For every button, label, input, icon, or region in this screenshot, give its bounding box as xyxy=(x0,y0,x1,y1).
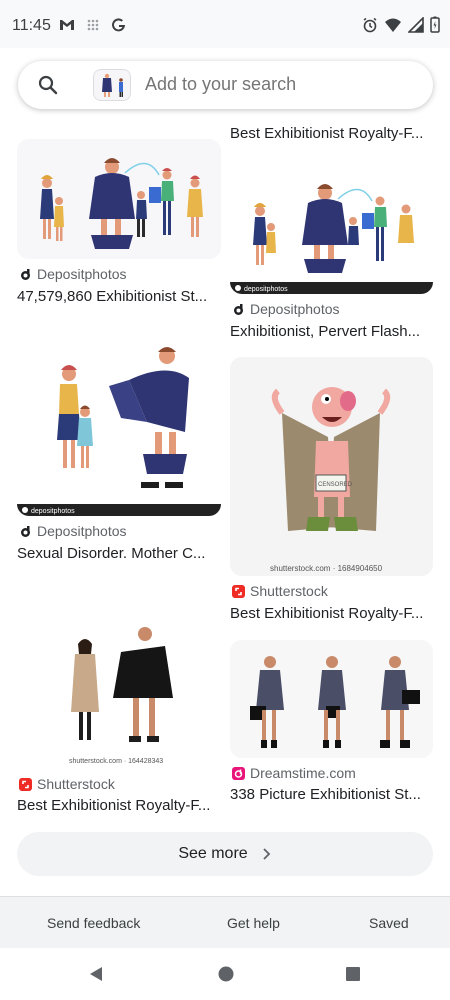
see-more-button[interactable]: See more xyxy=(17,832,433,876)
chevron-right-icon xyxy=(263,848,270,860)
result-source[interactable]: Depositphotos xyxy=(232,301,340,317)
result-caption[interactable]: Sexual Disorder. Mother C... xyxy=(17,545,222,562)
google-icon xyxy=(112,18,125,32)
search-thumbnail-illustration xyxy=(94,70,130,100)
flasher-mother-child-illustration: depositphotos xyxy=(17,322,221,516)
result-caption[interactable]: Exhibitionist, Pervert Flash... xyxy=(230,323,435,340)
result-source[interactable]: Shutterstock xyxy=(232,583,328,599)
result-caption[interactable]: Best Exhibitionist Royalty-F... xyxy=(230,605,435,622)
status-time: 11:45 xyxy=(12,17,51,34)
gmail-icon xyxy=(60,20,74,30)
result-source[interactable]: Depositphotos xyxy=(19,523,127,539)
cartoon-flasher-illustration: CENSORED shutterstock.com · 1684904650 xyxy=(230,357,433,576)
search-icon[interactable] xyxy=(38,75,58,95)
shutterstock-icon xyxy=(232,584,245,598)
status-system-icons xyxy=(362,16,440,33)
result-source-label: Depositphotos xyxy=(37,523,127,539)
recents-icon[interactable] xyxy=(343,964,363,984)
depositphotos-icon xyxy=(21,268,30,280)
result-image[interactable] xyxy=(17,139,221,259)
wifi-icon xyxy=(385,18,401,32)
result-source[interactable]: Shutterstock xyxy=(19,776,115,792)
result-source-label: Shutterstock xyxy=(37,776,115,792)
result-image[interactable]: depositphotos xyxy=(17,322,221,516)
search-bar[interactable] xyxy=(18,61,433,109)
watermark-text: shutterstock.com · 164428343 xyxy=(69,758,163,765)
depositphotos-icon xyxy=(234,303,243,315)
home-icon[interactable] xyxy=(216,964,236,984)
result-source-label: Depositphotos xyxy=(250,301,340,317)
flasher-scene-illustration xyxy=(17,139,221,259)
result-image[interactable] xyxy=(230,640,433,758)
search-image-thumbnail[interactable] xyxy=(93,69,131,101)
result-source-label: Shutterstock xyxy=(250,583,328,599)
watermark-text: shutterstock.com · 1684904650 xyxy=(270,564,383,573)
search-input[interactable] xyxy=(145,74,405,95)
see-more-label: See more xyxy=(178,845,248,862)
censored-sign-text: CENSORED xyxy=(318,482,353,488)
result-source-label: Dreamstime.com xyxy=(250,765,356,781)
result-caption[interactable]: 47,579,860 Exhibitionist St... xyxy=(17,288,222,305)
dreamstime-icon xyxy=(232,766,245,780)
alarm-icon xyxy=(363,17,377,32)
result-caption[interactable]: 338 Picture Exhibitionist St... xyxy=(230,786,435,803)
watermark-text: depositphotos xyxy=(31,508,75,515)
result-source[interactable]: Depositphotos xyxy=(19,266,127,282)
status-bar: 11:45 xyxy=(0,0,450,48)
send-feedback-link[interactable]: Send feedback xyxy=(47,915,140,931)
system-navigation-bar xyxy=(0,948,450,1000)
footer-links: Send feedback Get help Saved xyxy=(0,896,450,948)
grid-icon xyxy=(87,19,99,31)
watermark-text: depositphotos xyxy=(244,286,288,293)
result-caption[interactable]: Best Exhibitionist Royalty-F... xyxy=(230,125,435,142)
saved-link[interactable]: Saved xyxy=(369,915,409,931)
flasher-scene-illustration: depositphotos xyxy=(230,161,433,294)
get-help-link[interactable]: Get help xyxy=(227,915,280,931)
shutterstock-icon xyxy=(19,777,32,791)
result-source-label: Depositphotos xyxy=(37,266,127,282)
signal-icon xyxy=(408,16,424,33)
photo-man-flashing-woman: shutterstock.com · 164428343 xyxy=(17,580,221,769)
result-caption[interactable]: Best Exhibitionist Royalty-F... xyxy=(17,797,222,814)
result-image[interactable]: shutterstock.com · 164428343 xyxy=(17,580,221,769)
status-notification-icons xyxy=(58,17,128,33)
photo-businessman-three-poses xyxy=(230,640,433,758)
depositphotos-icon xyxy=(21,525,30,537)
result-image[interactable]: CENSORED shutterstock.com · 1684904650 xyxy=(230,357,433,576)
back-icon[interactable] xyxy=(87,964,107,984)
result-image[interactable]: depositphotos xyxy=(230,161,433,294)
battery-icon xyxy=(430,16,440,33)
result-source[interactable]: Dreamstime.com xyxy=(232,765,356,781)
